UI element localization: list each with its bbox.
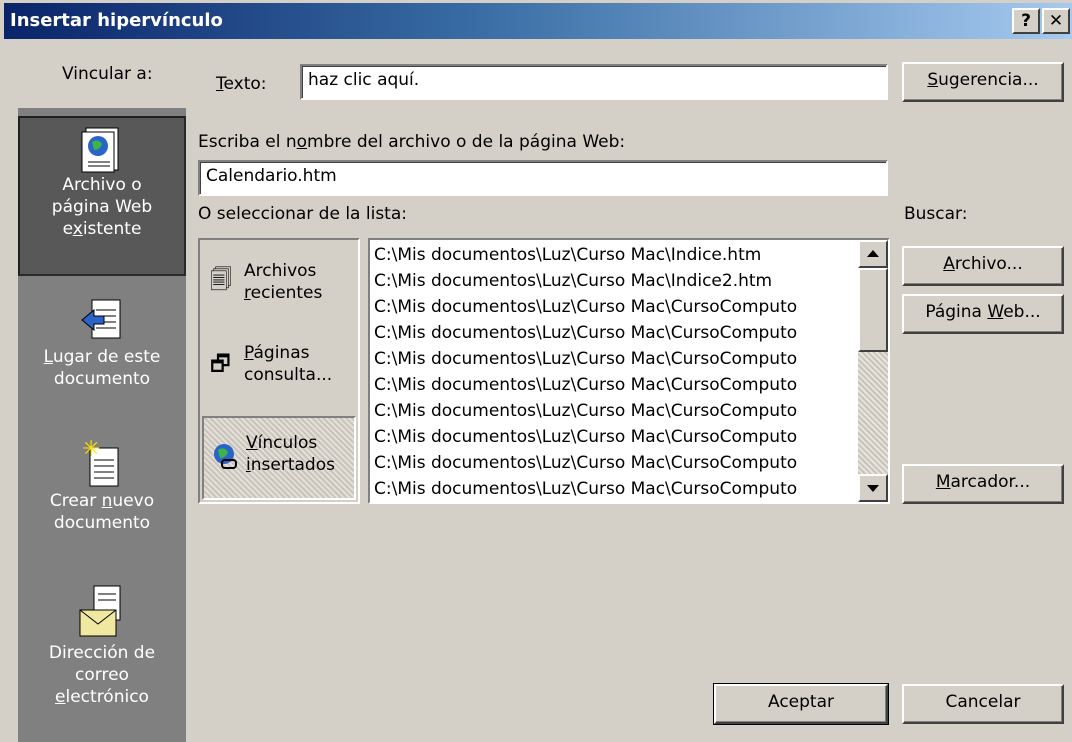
list-item[interactable]: C:\Mis documentos\Luz\Curso Mac\CursoCom… (374, 398, 797, 424)
select-from-list-label: O seleccionar de la lista: (198, 204, 407, 224)
list-item[interactable]: C:\Mis documentos\Luz\Curso Mac\CursoCom… (374, 424, 797, 450)
svg-text:✳: ✳ (82, 438, 100, 462)
display-text-input[interactable]: haz clic aquí. (300, 64, 888, 100)
sidebar-item-existing-file[interactable]: Archivo o página Web existente (18, 116, 186, 276)
list-item[interactable]: C:\Mis documentos\Luz\Curso Mac\Indice2.… (374, 268, 772, 294)
address-input[interactable]: Calendario.htm (198, 160, 888, 196)
vertical-scrollbar[interactable] (858, 240, 888, 502)
scroll-thumb[interactable] (858, 268, 888, 352)
sidebar-item-new-document[interactable]: ✳ Crear nuevo documento (18, 438, 186, 558)
dialog-title: Insertar hipervínculo (10, 10, 223, 31)
suggestion-button[interactable]: Sugerencia... (902, 62, 1064, 102)
sidebar-item-label: Lugar de este documento (43, 347, 161, 389)
list-item[interactable]: C:\Mis documentos\Luz\Curso Mac\CursoCom… (374, 450, 797, 476)
list-item[interactable]: C:\Mis documentos\Luz\Curso Mac\CursoCom… (374, 476, 797, 502)
sidebar-item-label: Archivo o página Web existente (51, 175, 153, 239)
sidebar-item-label: Dirección de correo electrónico (48, 643, 156, 707)
tab-inserted-links[interactable]: Vínculos insertados (202, 416, 356, 500)
address-label: Escriba el nombre del archivo o de la pá… (198, 132, 626, 152)
file-list[interactable]: C:\Mis documentos\Luz\Curso Mac\Indice.h… (368, 238, 890, 504)
arrow-down-icon (867, 485, 879, 492)
recent-files-icon: 🗐 (210, 268, 232, 293)
link-to-label: Vincular a: (62, 64, 153, 84)
sidebar-item-email-address[interactable]: Dirección de correo electrónico (18, 582, 186, 732)
list-item[interactable]: C:\Mis documentos\Luz\Curso Mac\CursoCom… (374, 320, 797, 346)
web-page-icon (81, 127, 119, 173)
title-bar: Insertar hipervínculo ? ✕ (4, 3, 1072, 39)
sidebar-item-label: Crear nuevo documento (49, 491, 155, 533)
places-bar: Archivo o página Web existente Lugar de … (18, 108, 186, 742)
list-item[interactable]: C:\Mis documentos\Luz\Curso Mac\CursoCom… (374, 346, 797, 372)
list-item[interactable]: C:\Mis documentos\Luz\Curso Mac\Indice.h… (374, 242, 761, 268)
cancel-button[interactable]: Cancelar (902, 684, 1064, 724)
bookmark-button[interactable]: Marcador... (902, 464, 1064, 504)
globe-link-icon (214, 444, 237, 469)
tab-recent-files[interactable]: 🗐 Archivos recientes (202, 252, 356, 322)
arrow-up-icon (867, 250, 879, 257)
list-item[interactable]: C:\Mis documentos\Luz\Curso Mac\CursoCom… (374, 372, 797, 398)
list-category-bar: 🗐 Archivos recientes 🗗 Páginas consulta.… (198, 238, 360, 504)
document-link-icon (81, 299, 121, 339)
tab-browsed-pages[interactable]: 🗗 Páginas consulta... (202, 336, 356, 406)
ok-button[interactable]: Aceptar (713, 683, 889, 725)
scroll-up-button[interactable] (858, 240, 888, 268)
sidebar-item-this-document[interactable]: Lugar de este documento (18, 296, 186, 416)
scroll-down-button[interactable] (858, 474, 888, 502)
close-button[interactable]: ✕ (1042, 8, 1070, 34)
search-label: Buscar: (904, 204, 968, 224)
browse-file-button[interactable]: Archivo... (902, 246, 1064, 286)
text-label: Texto: (216, 74, 267, 94)
insert-hyperlink-dialog: Insertar hipervínculo ? ✕ Vincular a: Ar… (0, 0, 1072, 742)
browsed-pages-icon: 🗗 (210, 352, 231, 377)
new-document-icon: ✳ (82, 438, 119, 487)
browse-web-button[interactable]: Página Web... (902, 294, 1064, 334)
help-button[interactable]: ? (1012, 8, 1040, 34)
envelope-icon (79, 585, 121, 637)
list-item[interactable]: C:\Mis documentos\Luz\Curso Mac\CursoCom… (374, 294, 797, 320)
